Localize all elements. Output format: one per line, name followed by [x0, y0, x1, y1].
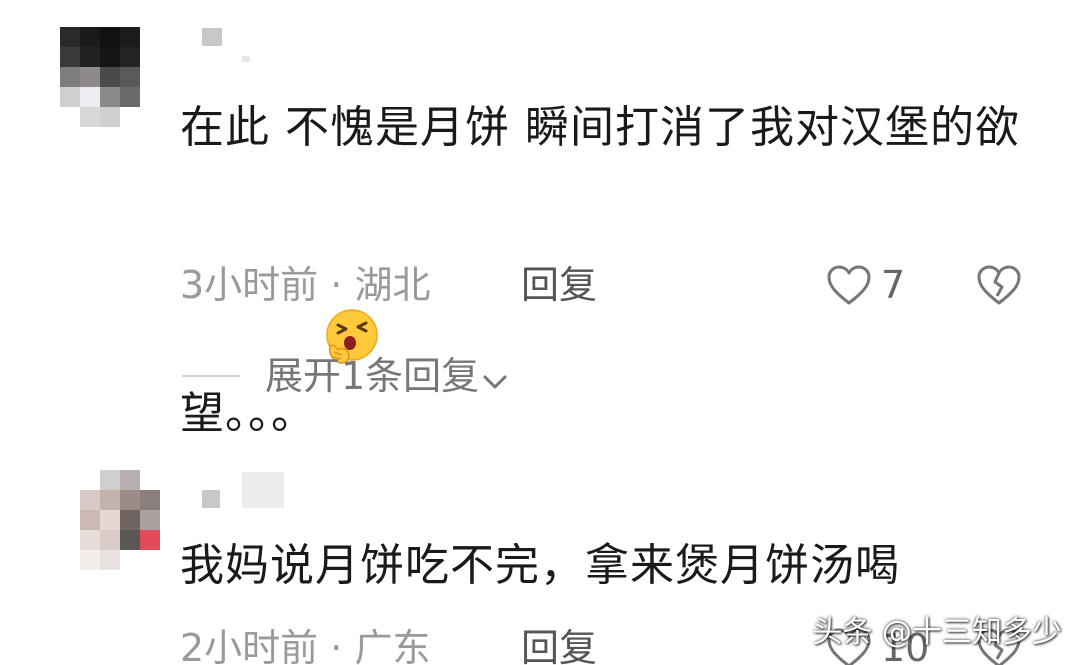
- comment-time: 3小时前: [180, 263, 319, 307]
- meta-separator: ·: [318, 263, 355, 307]
- expand-divider: [182, 375, 240, 377]
- avatar[interactable]: [60, 27, 160, 127]
- reply-button[interactable]: 回复: [521, 626, 597, 665]
- watermark: 头条 @十三知多少: [812, 615, 1062, 650]
- comment-text: 我妈说月饼吃不完，拿来煲月饼汤喝: [180, 540, 900, 591]
- like-icon[interactable]: [826, 264, 872, 306]
- username-redacted[interactable]: [200, 470, 290, 510]
- comment-meta: 3小时前 · 湖北: [180, 263, 430, 307]
- username-redacted[interactable]: [200, 24, 260, 64]
- dislike-icon[interactable]: [976, 264, 1022, 306]
- comment-location: 湖北: [354, 263, 431, 307]
- expand-replies-button[interactable]: 展开1条回复: [265, 354, 509, 401]
- like-count: 7: [881, 263, 906, 307]
- expand-replies-label: 展开1条回复: [265, 354, 480, 398]
- avatar[interactable]: [80, 470, 160, 570]
- reply-button[interactable]: 回复: [521, 263, 597, 307]
- face-with-hand-over-mouth-emoji: [322, 164, 380, 364]
- meta-separator: ·: [318, 626, 355, 665]
- comment-meta: 2小时前 · 广东: [180, 626, 430, 665]
- chevron-down-icon: [481, 357, 509, 401]
- comment-feed: 在此 不愧是月饼 瞬间打消了我对汉堡的欲望。。。 3小时前 · 湖北 回复 7: [0, 0, 1080, 665]
- comment-location: 广东: [354, 626, 431, 665]
- comment-time: 2小时前: [180, 626, 319, 665]
